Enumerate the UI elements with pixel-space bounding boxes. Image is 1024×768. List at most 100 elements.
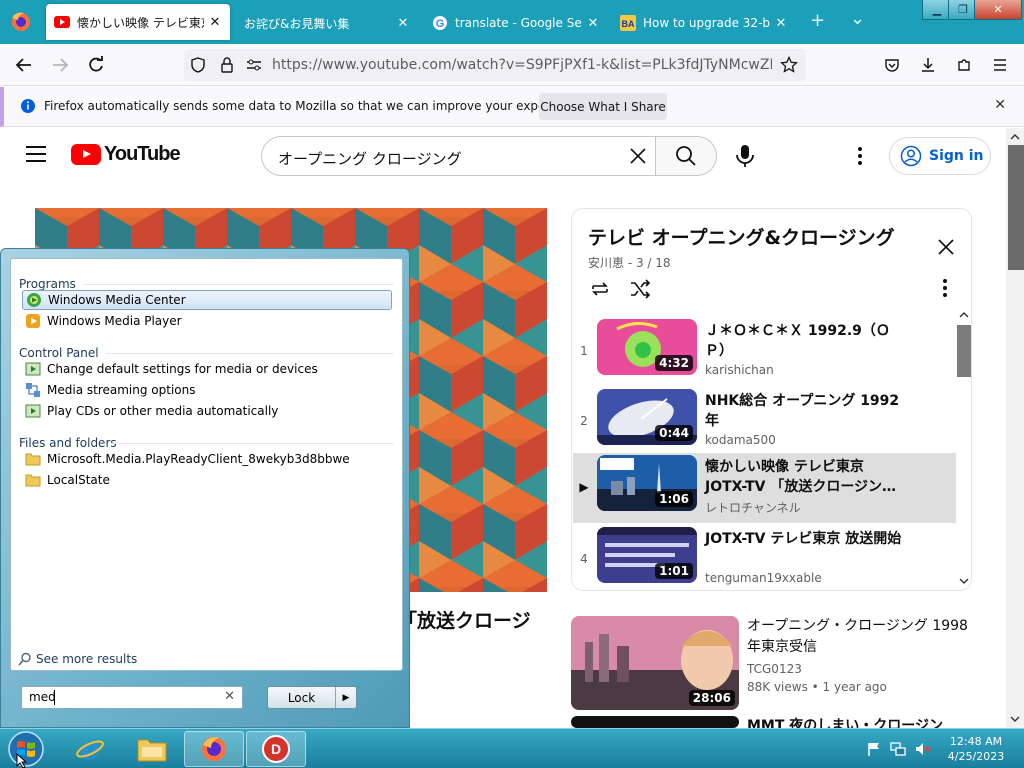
taskbar-internet-explorer[interactable]: e [60, 731, 120, 767]
new-tab-button[interactable]: + [810, 10, 825, 31]
close-window-button[interactable]: ✕ [974, 0, 1022, 20]
page-scrollbar-thumb[interactable] [1008, 145, 1024, 270]
mouse-cursor-icon [16, 753, 28, 768]
youtube-header: YouTube オープニング クロージング Sign in [0, 128, 1006, 184]
result-media-streaming-options[interactable]: Media streaming options [22, 380, 392, 400]
clock-date: 4/25/2023 [947, 750, 1005, 763]
tab-list-button[interactable]: ⌄ [850, 8, 865, 29]
pocket-button[interactable] [878, 52, 906, 78]
app-menu-button[interactable] [986, 52, 1014, 78]
search-button[interactable] [655, 136, 717, 176]
tab-strip: 懐かしい映像 テレビ東京 ✕ お詫び&お見舞い集 ✕ G translate -… [0, 0, 1024, 44]
autoplay-icon [25, 404, 41, 418]
playlist-thumbnail: 0:44 [597, 389, 697, 445]
tab-close-icon[interactable]: ✕ [774, 16, 788, 31]
clear-search-icon[interactable]: ✕ [224, 689, 235, 704]
see-more-results-link[interactable]: See more results [18, 652, 137, 666]
back-button[interactable] [10, 52, 38, 78]
taskbar-file-explorer[interactable] [122, 731, 182, 767]
volume-muted-icon[interactable] [914, 741, 930, 757]
recommended-thumbnail: 28:06 [571, 616, 739, 710]
playlist-item[interactable]: 2 0:44 NHK総合 オープニング 1992年 kodama500 [573, 387, 956, 457]
hamburger-icon [994, 59, 1006, 71]
playlist-item[interactable]: 1 4:32 Ｊ＊Ｏ＊Ｃ＊Ｘ 1992.9（ＯＰ） karishichan [573, 317, 956, 387]
taskbar-app-d[interactable]: D [246, 731, 306, 767]
playlist-more-icon[interactable] [943, 279, 949, 297]
playlist-item-title: NHK総合 オープニング 1992年 [705, 393, 900, 429]
search-input[interactable]: オープニング クロージング [261, 136, 655, 176]
folder-icon [137, 739, 167, 762]
playlist-item-index: 1 [580, 344, 588, 358]
duration-badge: 28:06 [688, 690, 735, 706]
network-icon[interactable] [890, 741, 906, 757]
downloads-button[interactable] [914, 52, 942, 78]
bookmark-star-icon[interactable] [780, 56, 798, 74]
page-scrollbar[interactable] [1006, 128, 1024, 728]
lock-icon[interactable] [220, 57, 234, 73]
recommended-channel: TCG0123 [747, 662, 802, 676]
recommended-title: MMT 夜のしまい・クロージン [747, 718, 944, 728]
recommended-video[interactable]: 28:06 オープニング・クロージング 1998年東京受信 TCG0123 88… [571, 616, 991, 712]
playlist-item-current[interactable]: ▶ 1:06 懐かしい映像 テレビ東京 JOTX-TV 「放送クロージン… レト… [573, 453, 956, 523]
result-windows-media-center[interactable]: Windows Media Center [22, 290, 392, 310]
svg-text:D: D [271, 741, 281, 757]
tracking-protection-icon[interactable] [190, 57, 206, 73]
tab-close-icon[interactable]: ✕ [586, 16, 600, 31]
sign-in-label: Sign in [929, 148, 984, 164]
recommended-video[interactable]: MMT 夜のしまい・クロージン [571, 716, 991, 728]
playlist-thumbnail: 1:01 [597, 527, 697, 583]
result-localstate-folder[interactable]: LocalState [22, 470, 392, 490]
result-label: Play CDs or other media automatically [47, 404, 279, 418]
permissions-icon[interactable] [246, 58, 262, 72]
result-label: Windows Media Center [48, 293, 186, 307]
tab-close-icon[interactable]: ✕ [396, 16, 410, 31]
reload-button[interactable] [82, 52, 110, 78]
tab-close-icon[interactable]: ✕ [208, 15, 222, 30]
download-icon [922, 58, 934, 72]
recommended-thumbnail [571, 716, 739, 728]
google-icon: G [432, 15, 448, 31]
result-change-default-settings[interactable]: Change default settings for media or dev… [22, 359, 392, 379]
guide-menu-icon[interactable] [26, 146, 46, 162]
start-search-input[interactable]: med ✕ [21, 686, 243, 709]
result-play-cds[interactable]: Play CDs or other media automatically [22, 401, 392, 421]
tab-upgrade-article[interactable]: BA How to upgrade 32-bit t ✕ [612, 6, 796, 40]
playlist-item[interactable]: 4 1:01 JOTX-TV テレビ東京 放送開始 tenguman19xxab… [573, 525, 956, 590]
youtube-logo[interactable]: YouTube [71, 143, 181, 166]
tab-google-translate[interactable]: G translate - Google Search ✕ [424, 6, 608, 40]
choose-what-i-share-button[interactable]: Choose What I Share [539, 93, 667, 120]
settings-more-icon[interactable] [852, 144, 868, 168]
now-playing-icon: ▶ [579, 480, 589, 494]
duration-badge: 4:32 [655, 355, 693, 371]
extensions-button[interactable] [950, 52, 978, 78]
power-options-arrow-icon[interactable]: ▶ [336, 687, 356, 708]
youtube-play-icon [71, 144, 101, 165]
result-playready-folder[interactable]: Microsoft.Media.PlayReadyClient_8wekyb3d… [22, 449, 392, 469]
playlist-item-title: JOTX-TV テレビ東京 放送開始 [705, 531, 902, 547]
sign-in-button[interactable]: Sign in [889, 137, 991, 175]
tab-youtube[interactable]: 懐かしい映像 テレビ東京 ✕ [46, 4, 230, 40]
lock-label[interactable]: Lock [268, 687, 336, 708]
playlist-subtitle: 安川恵 - 3 / 18 [588, 256, 671, 270]
firefox-icon[interactable] [6, 8, 36, 36]
clear-search-icon[interactable] [627, 145, 649, 167]
tab-apology[interactable]: お詫び&お見舞い集 ✕ [234, 6, 418, 40]
system-clock[interactable]: 12:48 AM 4/25/2023 [936, 734, 1016, 764]
microphone-icon[interactable] [732, 142, 758, 170]
lock-button[interactable]: Lock ▶ [267, 686, 357, 709]
notification-close-icon[interactable]: ✕ [994, 97, 1006, 113]
group-heading-files-and-folders: Files and folders [19, 436, 117, 450]
shuffle-icon[interactable] [628, 278, 652, 300]
action-center-flag-icon[interactable] [866, 741, 882, 757]
loop-icon[interactable] [588, 278, 612, 300]
result-windows-media-player[interactable]: Windows Media Player [22, 311, 392, 331]
playlist-close-icon[interactable] [936, 237, 956, 257]
forward-arrow-icon [53, 58, 69, 72]
url-bar[interactable]: https://www.youtube.com/watch?v=S9PFjPXf… [184, 49, 806, 81]
playlist-scrollbar[interactable] [956, 309, 971, 589]
playlist-title[interactable]: テレビ オープニング&クロージング [588, 223, 895, 250]
forward-button[interactable] [46, 52, 74, 78]
youtube-logo-text: YouTube [104, 143, 181, 165]
url-text: https://www.youtube.com/watch?v=S9PFjPXf… [272, 57, 772, 73]
taskbar-firefox[interactable] [184, 731, 244, 767]
